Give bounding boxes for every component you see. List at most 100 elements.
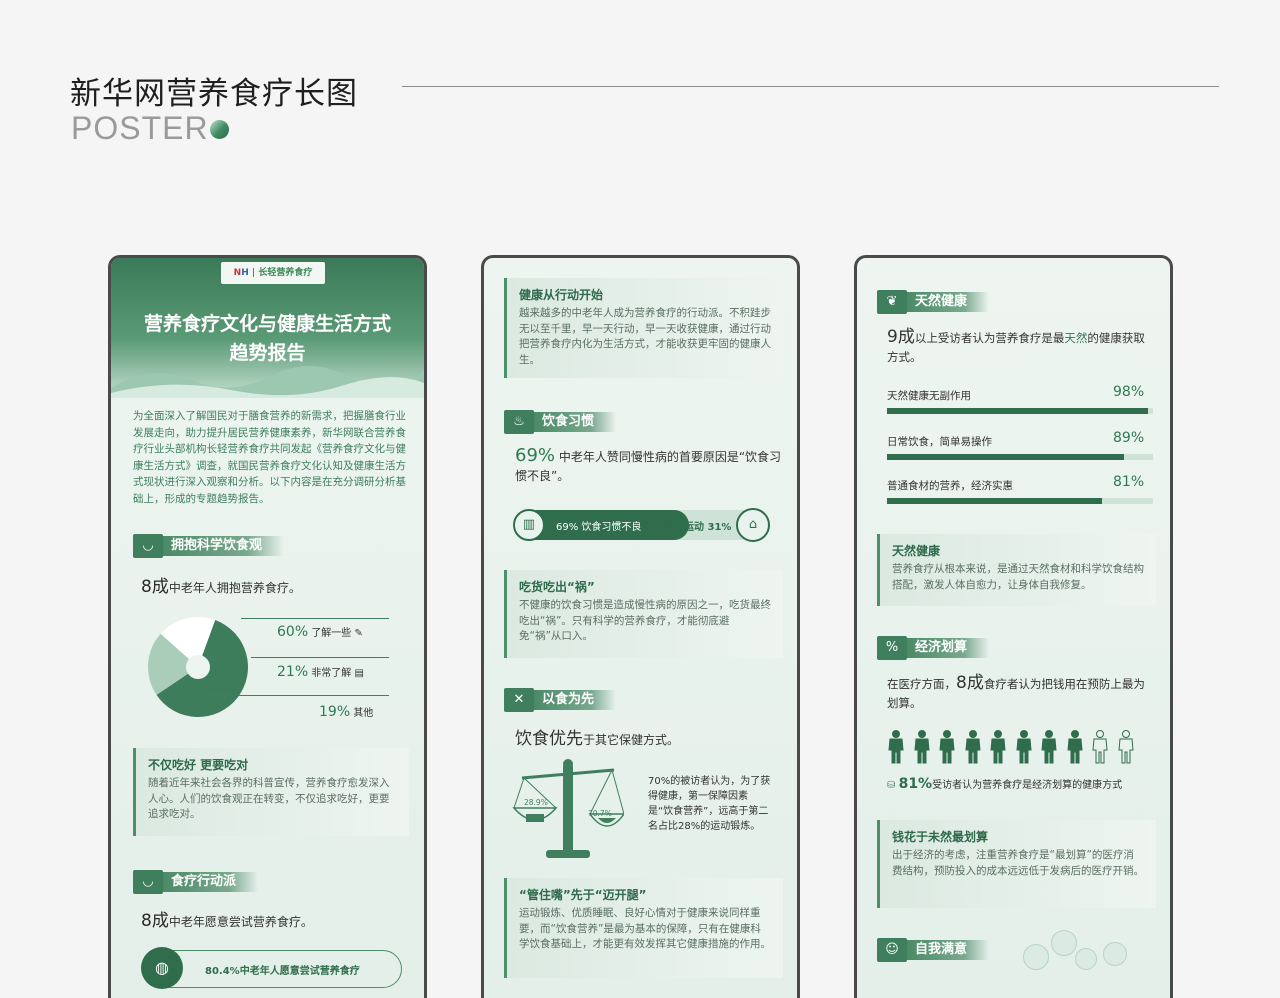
- decorative-dot: [210, 120, 229, 139]
- pill-text: 80.4%中老年人愿意尝试营养食疗: [205, 966, 360, 977]
- bowl-icon: ◡: [133, 534, 163, 558]
- hills-illustration: [111, 365, 424, 398]
- poster-panel-1: NH | 长轻营养食疗 营养食疗文化与健康生活方式 趋势报告 为全面深入了解国民…: [108, 255, 427, 998]
- info-card-money: 钱花于未然最划算 出于经济的考虑，注重营养食疗是“最划算”的医疗消费结构，预防投…: [877, 820, 1156, 908]
- bar-fill: [887, 498, 1103, 504]
- person-icon: [1092, 730, 1108, 764]
- card-body: 越来越多的中老年人成为营养食疗的行动派。不积跬步无以至千里，早一天行动，早一天收…: [519, 307, 771, 366]
- stat-number: 69%: [515, 445, 556, 466]
- money-hand-icon: %: [877, 636, 907, 660]
- stat-natural: 9成以上受访者认为营养食疗是最天然的健康获取方式。: [887, 327, 1145, 365]
- stat-text: 中老年人拥抱营养食疗。: [168, 581, 301, 595]
- card-title: 不仅吃好 更要吃对: [148, 758, 249, 772]
- pie-label-3: 19% 其他: [319, 704, 374, 720]
- bar-fill: [887, 454, 1124, 460]
- leader-line: [207, 695, 389, 696]
- poster-panel-3: ❦ 天然健康 9成以上受访者认为营养食疗是最天然的健康获取方式。 天然健康无副作…: [854, 255, 1173, 998]
- person-icon: [1117, 730, 1134, 764]
- person-icon: [913, 730, 930, 764]
- bar-label: 日常饮食，简单易操作: [887, 436, 992, 448]
- person-icon: [1041, 730, 1057, 764]
- willing-pill: ◍ 80.4%中老年人愿意尝试营养食疗: [141, 947, 402, 989]
- stat-willing: 8成中老年愿意尝试营养食疗。: [141, 906, 313, 931]
- info-card-mouth-first: “管住嘴”先于“迈开腿” 运动锻炼、优质睡眠、良好心情对于健康来说同样重要，而“…: [504, 878, 783, 978]
- stat-economy: 在医疗方面，8成食疗者认为把钱用在预防上最为划算。: [887, 673, 1145, 711]
- poster-banner: NH | 长轻营养食疗 营养食疗文化与健康生活方式 趋势报告: [111, 258, 424, 398]
- bar-percent: 81%: [1113, 474, 1145, 490]
- stat-number: 8成: [141, 911, 169, 931]
- section-title: 经济划算: [907, 638, 990, 658]
- header-divider: [402, 86, 1219, 87]
- coins-icon: ⛁: [887, 780, 896, 791]
- stat-text: 中老年愿意尝试营养食疗。: [168, 915, 313, 929]
- leader-line: [241, 618, 389, 619]
- leader-line: [251, 657, 389, 658]
- card-title: “管住嘴”先于“迈开腿”: [519, 888, 647, 902]
- person-icon: [939, 730, 955, 764]
- bubble-decoration: [1051, 930, 1077, 956]
- stat-number: 饮食优先: [515, 729, 583, 749]
- stat-text: 中老年人赞同慢性病的首要原因是“饮食习惯不良”。: [515, 450, 782, 483]
- stat-economy-81: ⛁ 81%受访者认为营养食疗是经济划算的健康方式: [887, 776, 1123, 792]
- stat-food-first: 饮食优先于其它保健方式。: [515, 724, 679, 749]
- card-body: 随着近年来社会各界的科普宣传，营养食疗愈发深入人心。人们的饮食观正在转变，不仅追…: [148, 777, 390, 820]
- sofa-icon: ⌂: [736, 508, 770, 542]
- card-body: 不健康的饮食习惯是造成慢性病的原因之一，吃货最终吃出“祸”。只有科学的营养食疗，…: [519, 599, 771, 642]
- bar-track: [887, 454, 1153, 460]
- info-card-eat-right: 不仅吃好 更要吃对 随着近年来社会各界的科普宣传，营养食疗愈发深入人心。人们的饮…: [133, 748, 409, 836]
- pie-center: [186, 655, 210, 679]
- section-title: 拥抱科学饮食观: [163, 536, 285, 556]
- stat-habits: 69% 中老年人赞同慢性病的首要原因是“饮食习惯不良”。: [515, 446, 783, 486]
- bubble-decoration: [1023, 944, 1049, 970]
- bar-track: [887, 498, 1153, 504]
- poster-title-line1: 营养食疗文化与健康生活方式: [143, 313, 391, 335]
- logo-text: 长轻营养食疗: [258, 268, 313, 278]
- bar-label: 天然健康无副作用: [887, 390, 971, 402]
- person-icon: [888, 730, 904, 764]
- card-title: 健康从行动开始: [519, 288, 604, 302]
- page-subtitle: POSTER: [71, 110, 209, 146]
- card-title: 天然健康: [892, 544, 941, 558]
- page-title: 新华网营养食疗长图: [70, 76, 358, 112]
- utensils-icon: ✕: [504, 688, 534, 712]
- card-title: 钱花于未然最划算: [892, 830, 989, 844]
- stat-embrace: 8成中老年人拥抱营养食疗。: [141, 572, 301, 597]
- intro-paragraph: 为全面深入了解国民对于膳食营养的新需求，把握膳食行业发展走向，助力提升居民营养健…: [133, 410, 406, 505]
- bowl-icon: ◡: [133, 870, 163, 894]
- bubble-decoration: [1103, 942, 1127, 966]
- poster-panel-2: 健康从行动开始 越来越多的中老年人成为营养食疗的行动派。不积跬步无以至千里，早一…: [481, 255, 800, 998]
- bar-percent: 89%: [1113, 430, 1145, 446]
- person-icon: [964, 730, 981, 764]
- card-body: 营养食疗从根本来说，是通过天然食材和科学饮食结构搭配，激发人体自愈力，让身体自我…: [892, 563, 1144, 591]
- scale-right-pct: 70.7%: [588, 809, 612, 818]
- card-title: 吃货吃出“祸”: [519, 580, 595, 594]
- brand-logo: NH | 长轻营养食疗: [221, 262, 325, 284]
- book-icon: ▤: [354, 668, 364, 679]
- scale-description: 70%的被访者认为，为了获得健康，第一保障因素是“饮食营养”，远高于第二名占比2…: [648, 776, 771, 832]
- burger-icon: ▥: [513, 509, 545, 541]
- mortar-icon: ◍: [141, 947, 183, 989]
- smile-icon: ☺: [877, 938, 907, 962]
- section-title: 以食为先: [534, 690, 617, 710]
- pie-label-1: 60% 了解一些 ✎: [277, 624, 363, 640]
- bar-label: 普通食材的营养，经济实惠: [887, 480, 1013, 492]
- awareness-pie-chart: [148, 617, 248, 717]
- bar-fill: [887, 408, 1148, 414]
- split-right-label: 缺乏运动 31%: [664, 522, 732, 533]
- pie-label-2: 21% 非常了解 ▤: [277, 664, 364, 680]
- info-card-action: 健康从行动开始 越来越多的中老年人成为营养食疗的行动派。不积跬步无以至千里，早一…: [504, 278, 783, 378]
- section-title: 饮食习惯: [534, 412, 617, 432]
- person-icon: [1066, 730, 1083, 764]
- stat-number: 8成: [141, 577, 169, 597]
- section-title: 天然健康: [907, 292, 990, 312]
- section-title: 自我满意: [907, 940, 990, 960]
- card-body: 运动锻炼、优质睡眠、良好心情对于健康来说同样重要，而“饮食营养”是最为基本的保障…: [519, 907, 771, 950]
- card-body: 出于经济的考虑，注重营养食疗是“最划算”的医疗消费结构，预防投入的成本远远低于发…: [892, 849, 1144, 877]
- person-icon: [1015, 730, 1032, 764]
- info-card-foodie: 吃货吃出“祸” 不健康的饮食习惯是造成慢性病的原因之一，吃货最终吃出“祸”。只有…: [504, 570, 783, 658]
- people-pictogram: [887, 730, 1147, 766]
- pen-icon: ✎: [354, 628, 363, 639]
- stat-number: 8成: [956, 673, 984, 693]
- stat-number: 9成: [887, 327, 915, 347]
- leaf-icon: ❦: [877, 290, 907, 314]
